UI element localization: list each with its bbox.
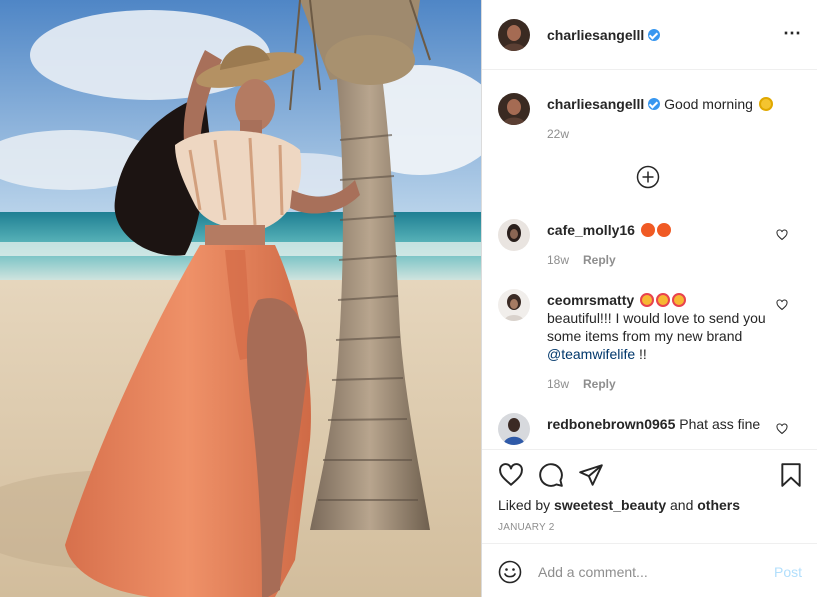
caption-text: Good morning	[664, 96, 753, 112]
comment-body: redbonebrown0965 Phat ass fine	[547, 415, 775, 433]
comment-body: cafe_molly16	[547, 221, 775, 239]
caption-username[interactable]: charliesangelll	[547, 96, 644, 112]
commenter-avatar[interactable]	[498, 219, 530, 251]
star-struck-emoji-icon	[656, 293, 671, 307]
beach-photo-image	[0, 0, 481, 597]
fire-emoji-icon	[656, 223, 671, 237]
liked-by-prefix: Liked by	[498, 497, 555, 513]
comment-meta: 18w Reply	[547, 377, 616, 391]
author-username-row: charliesangelll	[547, 27, 661, 43]
comment-bubble-icon[interactable]	[538, 462, 564, 488]
like-comment-heart-icon[interactable]	[776, 299, 788, 311]
post-side-panel: charliesangelll ⋯ charliesangelll Good m…	[481, 0, 817, 597]
comment-age: 18w	[547, 253, 570, 267]
post-photo[interactable]	[0, 0, 481, 597]
caption-age: 22w	[547, 127, 570, 141]
post-actions: Liked by sweetest_beauty and others JANU…	[482, 449, 817, 543]
reply-button[interactable]: Reply	[583, 377, 616, 391]
comment-body: ceomrsmatty beautiful!!! I would love to…	[547, 291, 775, 363]
caption-avatar[interactable]	[498, 93, 530, 125]
comment-username[interactable]: redbonebrown0965	[547, 416, 675, 432]
like-comment-heart-icon[interactable]	[776, 229, 788, 241]
liked-by-others-link[interactable]: others	[697, 497, 740, 513]
load-more-comments-plus-icon[interactable]	[636, 165, 660, 189]
more-options-button[interactable]: ⋯	[783, 24, 802, 42]
caption-meta: 22w	[547, 127, 569, 141]
emoji-smiley-icon[interactable]	[498, 560, 522, 584]
like-comment-heart-icon[interactable]	[776, 423, 788, 435]
caption-body: charliesangelll Good morning	[547, 95, 775, 113]
author-username[interactable]: charliesangelll	[547, 27, 644, 43]
sun-emoji-icon	[758, 97, 773, 111]
star-struck-emoji-icon	[640, 293, 655, 307]
comment-age: 18w	[547, 377, 570, 391]
comment-input[interactable]	[538, 559, 758, 585]
save-bookmark-icon[interactable]	[778, 462, 804, 488]
author-avatar[interactable]	[498, 19, 530, 51]
fire-emoji-icon	[640, 223, 655, 237]
mention-link[interactable]: @teamwifelife	[547, 346, 635, 362]
liked-by-text: Liked by sweetest_beauty and others	[498, 497, 740, 513]
comment-text-end: !!	[635, 346, 647, 362]
post-header: charliesangelll ⋯	[482, 0, 817, 70]
verified-badge-icon	[648, 29, 661, 41]
add-comment-bar: Post	[482, 543, 817, 597]
commenter-avatar[interactable]	[498, 413, 530, 445]
comment-meta: 18w Reply	[547, 253, 616, 267]
post-date[interactable]: JANUARY 2	[498, 522, 554, 533]
reply-button[interactable]: Reply	[583, 253, 616, 267]
comment-username[interactable]: ceomrsmatty	[547, 292, 634, 308]
comment-text: Phat ass fine	[679, 416, 761, 432]
commenter-avatar[interactable]	[498, 289, 530, 321]
share-paper-plane-icon[interactable]	[578, 462, 604, 488]
comment-text: beautiful!!! I would love to send you so…	[547, 310, 766, 344]
verified-badge-icon	[648, 98, 661, 110]
liked-by-user-link[interactable]: sweetest_beauty	[554, 497, 666, 513]
star-struck-emoji-icon	[672, 293, 687, 307]
liked-by-middle: and	[666, 497, 698, 513]
like-heart-icon[interactable]	[498, 462, 524, 488]
comment-username[interactable]: cafe_molly16	[547, 222, 635, 238]
post-comment-button[interactable]: Post	[774, 564, 802, 580]
